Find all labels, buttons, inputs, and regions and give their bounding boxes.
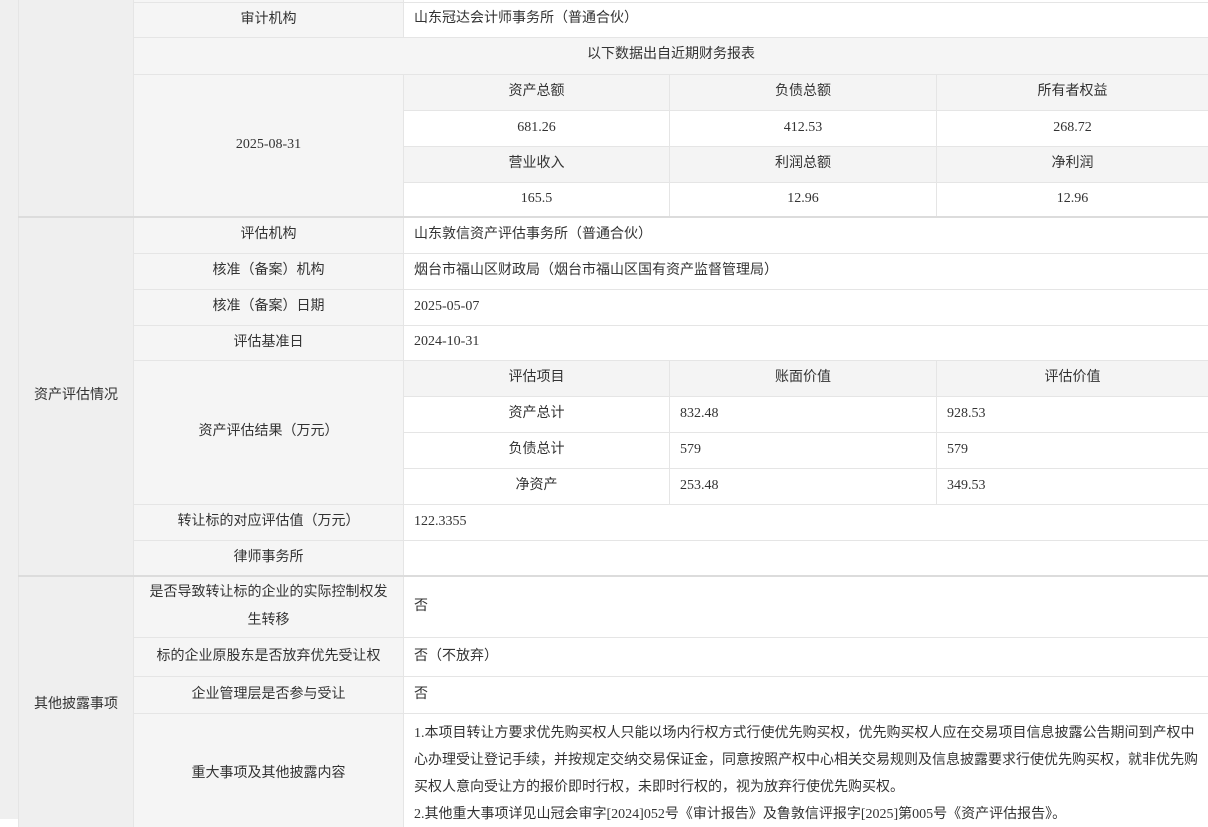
waive-preemptive-value: 否（不放弃） — [404, 638, 1208, 677]
waive-preemptive-row: 标的企业原股东是否放弃优先受让权 否（不放弃） — [19, 638, 1208, 677]
approval-org-row: 核准（备案）机构 烟台市福山区财政局（烟台市福山区国有资产监督管理局） — [19, 253, 1208, 289]
financial-report-date: 2025-08-31 — [134, 74, 404, 217]
header-net-profit: 净利润 — [937, 146, 1208, 182]
value-total-profit: 12.96 — [670, 182, 937, 217]
audit-agency-value: 山东冠达会计师事务所（普通合伙） — [404, 2, 1208, 37]
law-firm-label: 律师事务所 — [134, 540, 404, 576]
waive-preemptive-label: 标的企业原股东是否放弃优先受让权 — [134, 638, 404, 677]
value-owners-equity: 268.72 — [937, 110, 1208, 146]
transfer-value-row: 转让标的对应评估值（万元） 122.3355 — [19, 504, 1208, 540]
left-gutter — [0, 0, 18, 819]
financial-note-row: 以下数据出自近期财务报表 — [19, 37, 1208, 74]
item-total-liabilities: 负债总计 — [404, 432, 670, 468]
approval-org-value: 烟台市福山区财政局（烟台市福山区国有资产监督管理局） — [404, 253, 1208, 289]
control-transfer-value: 否 — [404, 576, 1208, 638]
audit-agency-label: 审计机构 — [134, 2, 404, 37]
section-evaluation-label: 资产评估情况 — [19, 217, 134, 576]
financial-note: 以下数据出自近期财务报表 — [134, 37, 1208, 74]
management-participation-row: 企业管理层是否参与受让 否 — [19, 677, 1208, 714]
audit-agency-row: 审计机构 山东冠达会计师事务所（普通合伙） — [19, 2, 1208, 37]
base-date-row: 评估基准日 2024-10-31 — [19, 325, 1208, 360]
item-net-assets: 净资产 — [404, 468, 670, 504]
section-other-disclosure-label: 其他披露事项 — [19, 576, 134, 827]
evaluation-agency-row: 资产评估情况 评估机构 山东敦信资产评估事务所（普通合伙） — [19, 217, 1208, 253]
header-operating-revenue: 营业收入 — [404, 146, 670, 182]
evaluation-result-label: 资产评估结果（万元） — [134, 360, 404, 504]
management-participation-value: 否 — [404, 677, 1208, 714]
value-operating-revenue: 165.5 — [404, 182, 670, 217]
management-participation-label: 企业管理层是否参与受让 — [134, 677, 404, 714]
header-assessed-value: 评估价值 — [937, 360, 1208, 396]
header-total-assets: 资产总额 — [404, 74, 670, 110]
approval-org-label: 核准（备案）机构 — [134, 253, 404, 289]
major-matters-label: 重大事项及其他披露内容 — [134, 714, 404, 827]
law-firm-row: 律师事务所 — [19, 540, 1208, 576]
base-date-value: 2024-10-31 — [404, 325, 1208, 360]
control-transfer-row: 其他披露事项 是否导致转让标的企业的实际控制权发生转移 否 — [19, 576, 1208, 638]
header-total-liabilities: 负债总额 — [670, 74, 937, 110]
value-total-assets: 681.26 — [404, 110, 670, 146]
law-firm-value — [404, 540, 1208, 576]
approval-date-value: 2025-05-07 — [404, 289, 1208, 325]
header-evaluation-item: 评估项目 — [404, 360, 670, 396]
evaluation-agency-value: 山东敦信资产评估事务所（普通合伙） — [404, 217, 1208, 253]
financial-header-row-1: 2025-08-31 资产总额 负债总额 所有者权益 — [19, 74, 1208, 110]
disclosure-page: 审计机构 山东冠达会计师事务所（普通合伙） 以下数据出自近期财务报表 2025-… — [0, 0, 1208, 827]
book-total-assets: 832.48 — [670, 396, 937, 432]
assessed-total-liabilities: 579 — [937, 432, 1208, 468]
control-transfer-label: 是否导致转让标的企业的实际控制权发生转移 — [134, 576, 404, 638]
evaluation-result-header-row: 资产评估结果（万元） 评估项目 账面价值 评估价值 — [19, 360, 1208, 396]
header-owners-equity: 所有者权益 — [937, 74, 1208, 110]
disclosure-table: 审计机构 山东冠达会计师事务所（普通合伙） 以下数据出自近期财务报表 2025-… — [18, 0, 1208, 827]
major-matters-paragraph-2: 2.其他重大事项详见山冠会审字[2024]052号《审计报告》及鲁敦信评报字[2… — [414, 801, 1198, 827]
assessed-net-assets: 349.53 — [937, 468, 1208, 504]
value-total-liabilities: 412.53 — [670, 110, 937, 146]
book-total-liabilities: 579 — [670, 432, 937, 468]
major-matters-row: 重大事项及其他披露内容 1.本项目转让方要求优先购买权人只能以场内行权方式行使优… — [19, 714, 1208, 827]
header-book-value: 账面价值 — [670, 360, 937, 396]
section-finance-label-cell — [19, 0, 134, 217]
value-net-profit: 12.96 — [937, 182, 1208, 217]
base-date-label: 评估基准日 — [134, 325, 404, 360]
book-net-assets: 253.48 — [670, 468, 937, 504]
assessed-total-assets: 928.53 — [937, 396, 1208, 432]
major-matters-content: 1.本项目转让方要求优先购买权人只能以场内行权方式行使优先购买权，优先购买权人应… — [404, 714, 1208, 827]
header-total-profit: 利润总额 — [670, 146, 937, 182]
evaluation-agency-label: 评估机构 — [134, 217, 404, 253]
item-total-assets: 资产总计 — [404, 396, 670, 432]
transfer-value-label: 转让标的对应评估值（万元） — [134, 504, 404, 540]
approval-date-row: 核准（备案）日期 2025-05-07 — [19, 289, 1208, 325]
approval-date-label: 核准（备案）日期 — [134, 289, 404, 325]
transfer-value-value: 122.3355 — [404, 504, 1208, 540]
major-matters-paragraph-1: 1.本项目转让方要求优先购买权人只能以场内行权方式行使优先购买权，优先购买权人应… — [414, 720, 1198, 801]
